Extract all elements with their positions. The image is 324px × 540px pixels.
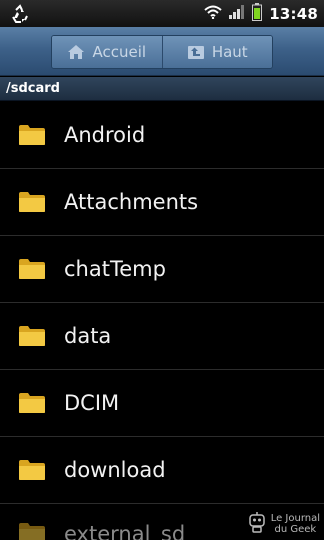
- signal-icon: [229, 4, 245, 23]
- watermark-line2: du Geek: [274, 524, 317, 535]
- file-name: chatTemp: [64, 257, 166, 281]
- file-name: Attachments: [64, 190, 199, 214]
- file-name: download: [64, 458, 166, 482]
- list-item[interactable]: Android: [0, 102, 324, 169]
- up-button-label: Haut: [211, 43, 248, 61]
- folder-icon: [19, 259, 45, 279]
- file-name: external_sd: [64, 522, 186, 540]
- current-path: /sdcard: [0, 77, 324, 101]
- list-item[interactable]: DCIM: [0, 370, 324, 437]
- watermark: Le Journal du Geek: [247, 511, 320, 537]
- list-item[interactable]: data: [0, 303, 324, 370]
- home-icon: [67, 44, 85, 60]
- recycle-icon: [10, 4, 30, 24]
- list-item[interactable]: chatTemp: [0, 236, 324, 303]
- toolbar-button-group: Accueil Haut: [51, 35, 273, 69]
- folder-icon: [19, 460, 45, 480]
- list-item[interactable]: Attachments: [0, 169, 324, 236]
- status-bar: 13:48: [0, 0, 324, 27]
- folder-icon: [19, 523, 45, 540]
- up-button[interactable]: Haut: [161, 36, 272, 68]
- folder-icon: [19, 393, 45, 413]
- folder-icon: [19, 125, 45, 145]
- file-name: DCIM: [64, 391, 120, 415]
- home-button[interactable]: Accueil: [52, 36, 162, 68]
- file-name: data: [64, 324, 112, 348]
- wifi-icon: [204, 4, 222, 23]
- folder-icon: [19, 192, 45, 212]
- up-folder-icon: [187, 44, 205, 60]
- file-list: Android Attachments chatTemp data DCIM d…: [0, 102, 324, 540]
- list-item[interactable]: download: [0, 437, 324, 504]
- robot-logo-icon: [247, 511, 267, 537]
- status-clock: 13:48: [269, 4, 318, 23]
- watermark-line1: Le Journal: [270, 513, 320, 524]
- file-name: Android: [64, 123, 146, 147]
- folder-icon: [19, 326, 45, 346]
- battery-icon: [252, 2, 263, 25]
- home-button-label: Accueil: [92, 43, 147, 61]
- toolbar: Accueil Haut: [0, 27, 324, 76]
